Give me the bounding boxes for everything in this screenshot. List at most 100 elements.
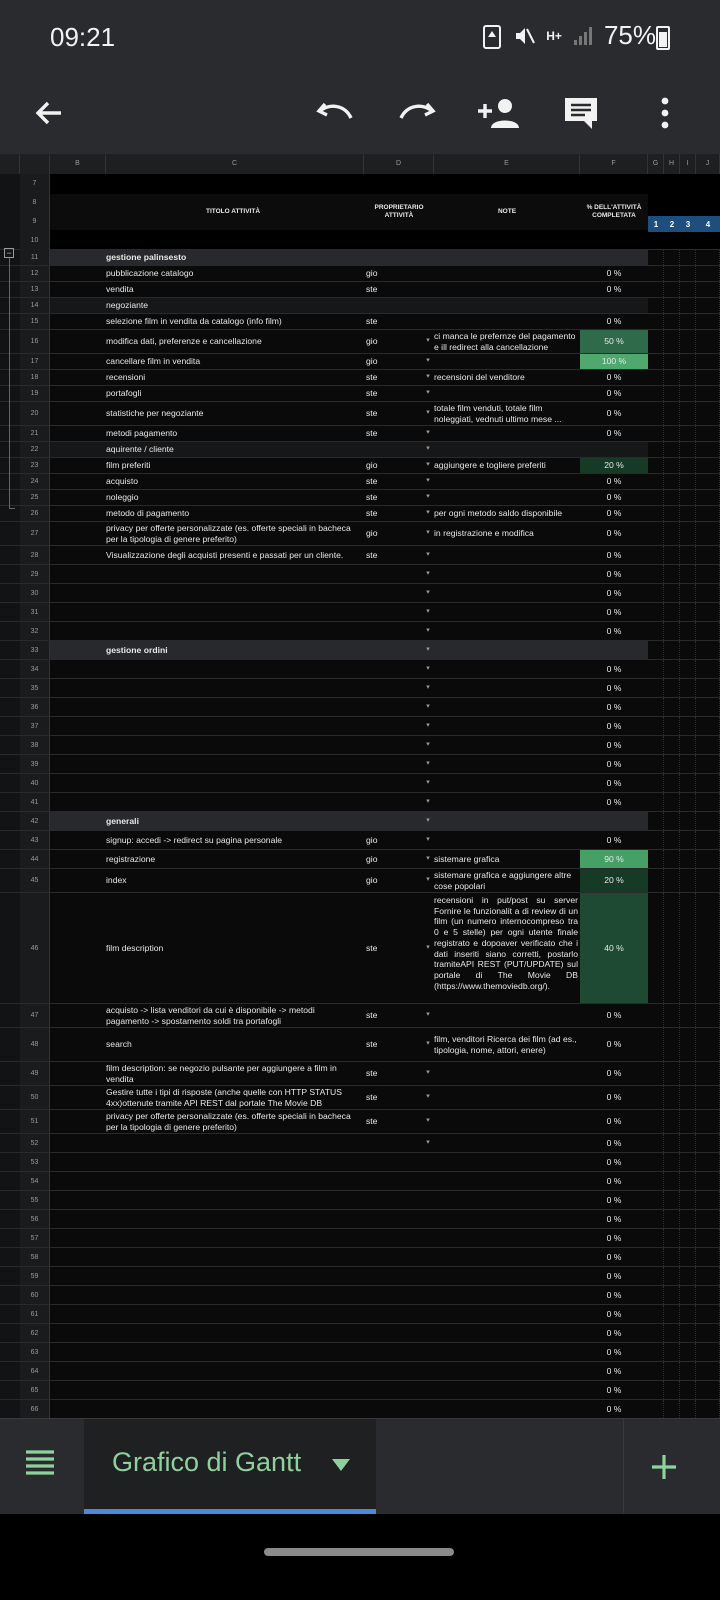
gantt-day-cell[interactable] (680, 1172, 696, 1190)
gantt-day-cell[interactable] (648, 1400, 664, 1418)
gantt-day-cell[interactable] (664, 869, 680, 892)
gantt-day-cell[interactable] (680, 250, 696, 265)
note-cell[interactable] (434, 1248, 580, 1266)
percent-complete-cell[interactable]: 0 % (580, 1229, 648, 1247)
table-row[interactable]: 36 ▾ 0 % (0, 698, 720, 717)
owner-cell[interactable] (366, 679, 420, 697)
section-row[interactable]: 11 gestione palinsesto (0, 250, 720, 266)
gantt-day-cell[interactable] (696, 386, 720, 401)
gantt-cells[interactable] (648, 1086, 720, 1109)
task-title-cell[interactable] (106, 1343, 364, 1361)
owner-cell[interactable] (366, 1229, 420, 1247)
task-title-cell[interactable]: film preferiti (106, 458, 364, 473)
note-cell[interactable] (434, 1134, 580, 1152)
gantt-day-cell[interactable] (648, 506, 664, 521)
note-cell[interactable] (434, 1062, 580, 1085)
note-cell[interactable] (434, 1362, 580, 1380)
table-row[interactable]: 35 ▾ 0 % (0, 679, 720, 698)
task-title-cell[interactable] (106, 584, 364, 602)
table-row[interactable]: 27 privacy per offerte personalizzate (es… (0, 522, 720, 546)
note-cell[interactable] (434, 565, 580, 583)
table-row[interactable]: 38 ▾ 0 % (0, 736, 720, 755)
task-title-cell[interactable]: gestione palinsesto (106, 250, 364, 265)
task-title-cell[interactable]: metodo di pagamento (106, 506, 364, 521)
note-cell[interactable] (434, 755, 580, 773)
note-cell[interactable] (434, 1191, 580, 1209)
gantt-day-cell[interactable] (648, 1110, 664, 1133)
note-cell[interactable] (434, 1381, 580, 1399)
dropdown-arrow-icon[interactable]: ▾ (424, 1110, 432, 1133)
note-cell[interactable] (434, 298, 580, 313)
gantt-day-cell[interactable] (696, 850, 720, 868)
note-cell[interactable] (434, 622, 580, 640)
owner-cell[interactable]: gio (366, 522, 420, 545)
gantt-day-cell[interactable] (680, 474, 696, 489)
dropdown-arrow-icon[interactable]: ▾ (424, 522, 432, 545)
gantt-day-cell[interactable] (648, 426, 664, 441)
gantt-day-cell[interactable] (664, 831, 680, 849)
dropdown-arrow-icon[interactable]: ▾ (424, 736, 432, 754)
table-row[interactable]: 56 0 % (0, 1210, 720, 1229)
gantt-day-cell[interactable] (696, 584, 720, 602)
gantt-day-cell[interactable] (664, 1062, 680, 1085)
percent-complete-cell[interactable]: 0 % (580, 506, 648, 521)
dropdown-arrow-icon[interactable]: ▾ (424, 893, 432, 1003)
gantt-day-cell[interactable] (680, 717, 696, 735)
gantt-day-cell[interactable] (696, 1229, 720, 1247)
row-number[interactable]: 15 (20, 314, 50, 329)
gantt-day-cell[interactable] (664, 717, 680, 735)
column-header-c[interactable]: C (106, 154, 364, 174)
owner-cell[interactable] (366, 1153, 420, 1171)
row-number[interactable]: 30 (20, 584, 50, 602)
percent-complete-cell[interactable]: 0 % (580, 679, 648, 697)
table-row[interactable]: 48 search ste ▾ film, venditori Ricerca dei … (0, 1028, 720, 1062)
gantt-day-cell[interactable] (648, 1172, 664, 1190)
gantt-day-cell[interactable] (680, 1248, 696, 1266)
gantt-day-cell[interactable] (648, 402, 664, 425)
task-title-cell[interactable] (106, 622, 364, 640)
dropdown-arrow-icon[interactable]: ▾ (424, 426, 432, 441)
dropdown-arrow-icon[interactable]: ▾ (424, 565, 432, 583)
task-title-cell[interactable]: index (106, 869, 364, 892)
note-cell[interactable] (434, 717, 580, 735)
gantt-day-cell[interactable] (680, 565, 696, 583)
gantt-cells[interactable] (648, 1110, 720, 1133)
percent-complete-cell[interactable]: 0 % (580, 698, 648, 716)
gantt-day-cell[interactable] (648, 1086, 664, 1109)
gantt-day-cell[interactable] (664, 812, 680, 830)
note-cell[interactable] (434, 660, 580, 678)
dropdown-arrow-icon[interactable]: ▾ (424, 869, 432, 892)
task-title-cell[interactable] (106, 1210, 364, 1228)
gantt-cells[interactable] (648, 774, 720, 792)
table-row[interactable]: 37 ▾ 0 % (0, 717, 720, 736)
owner-cell[interactable]: ste (366, 474, 420, 489)
gantt-day-cell[interactable] (680, 660, 696, 678)
task-title-cell[interactable] (106, 565, 364, 583)
gantt-day-cell[interactable] (664, 250, 680, 265)
row-number[interactable]: 38 (20, 736, 50, 754)
gantt-day-cell[interactable] (664, 1210, 680, 1228)
percent-complete-cell[interactable]: 0 % (580, 1172, 648, 1190)
note-cell[interactable] (434, 442, 580, 457)
gantt-day-cell[interactable] (680, 330, 696, 353)
gantt-day-cell[interactable] (648, 490, 664, 505)
row-number[interactable]: 40 (20, 774, 50, 792)
table-row[interactable]: 12 pubblicazione catalogo gio 0 % (0, 266, 720, 282)
dropdown-arrow-icon[interactable]: ▾ (424, 717, 432, 735)
percent-complete-cell[interactable]: 0 % (580, 1305, 648, 1323)
percent-complete-cell[interactable]: 0 % (580, 1086, 648, 1109)
percent-complete-cell[interactable] (580, 298, 648, 313)
column-header-i[interactable]: I (680, 154, 696, 174)
row-number[interactable]: 39 (20, 755, 50, 773)
note-cell[interactable] (434, 1343, 580, 1361)
gantt-cells[interactable] (648, 603, 720, 621)
row-number[interactable]: 44 (20, 850, 50, 868)
gantt-day-cell[interactable] (664, 546, 680, 564)
column-header-b[interactable]: B (50, 154, 106, 174)
column-header-e[interactable]: E (434, 154, 580, 174)
gantt-day-cell[interactable] (648, 660, 664, 678)
gantt-day-cell[interactable] (680, 1191, 696, 1209)
owner-cell[interactable]: ste (366, 1004, 420, 1027)
gantt-day-cell[interactable] (664, 298, 680, 313)
gantt-cells[interactable] (648, 869, 720, 892)
